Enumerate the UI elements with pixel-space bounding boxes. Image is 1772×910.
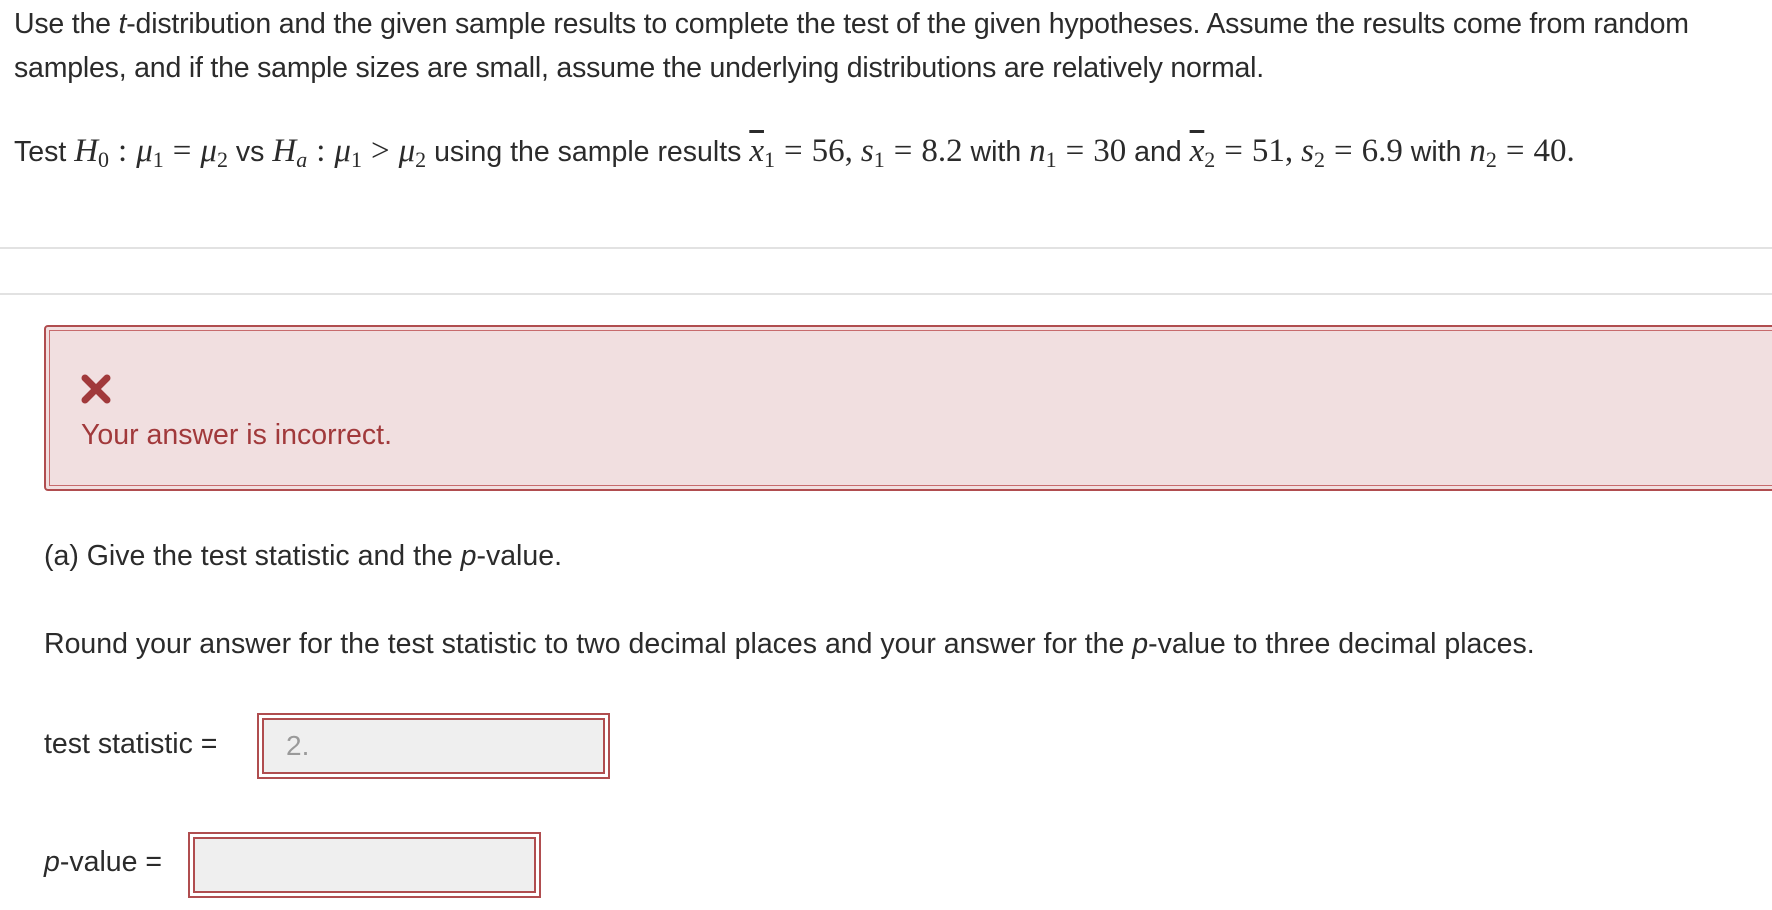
section-divider-top xyxy=(0,247,1772,249)
and-word: and xyxy=(1134,136,1182,168)
intro-text-2: -distribution and the given sample resul… xyxy=(14,8,1689,84)
instruction-suffix: -value to three decimal places. xyxy=(1148,628,1535,660)
null-hypothesis: H0: μ1 = μ2 xyxy=(74,133,228,172)
alert-inner-border xyxy=(49,330,1772,486)
p-value-input[interactable] xyxy=(193,837,536,893)
test-statistic-input[interactable] xyxy=(262,718,605,774)
n2-stat: n2 = 40. xyxy=(1469,133,1575,172)
alert-message: Your answer is incorrect. xyxy=(81,419,392,451)
instruction-text: Round your answer for the test statistic… xyxy=(44,628,1133,660)
p-letter: p xyxy=(1132,628,1149,660)
test-statistic-field-frame xyxy=(257,713,610,779)
alt-hypothesis: Ha: μ1 > μ2 xyxy=(272,133,427,172)
intro-text-1: Use the xyxy=(14,8,119,40)
p-letter: p xyxy=(460,540,477,572)
part-a-title-text: (a) Give the test statistic and the xyxy=(44,540,461,572)
test-statistic-label: test statistic = xyxy=(44,728,218,760)
vs-word: vs xyxy=(235,136,265,168)
sample-2-stats: x2 = 51, s2 = 6.9 xyxy=(1189,133,1403,172)
test-word: Test xyxy=(14,136,67,168)
using-text: using the sample results xyxy=(434,136,742,168)
p-value-label: p-value = xyxy=(44,842,162,882)
rounding-instructions: Round your answer for the test statistic… xyxy=(44,624,1535,664)
close-icon xyxy=(81,374,111,404)
hypothesis-statement: Test H0: μ1 = μ2 vs Ha: μ1 > μ2 using the samp… xyxy=(14,128,1764,175)
with-word-2: with xyxy=(1410,136,1462,168)
p-letter: p xyxy=(44,846,60,878)
with-word-1: with xyxy=(970,136,1022,168)
sample-1-stats: x1 = 56, s1 = 8.2 xyxy=(749,133,963,172)
part-a-title-suffix: -value. xyxy=(476,540,563,572)
p-value-field-frame xyxy=(188,832,541,898)
p-value-label-suffix: -value = xyxy=(59,846,163,878)
section-divider-bottom xyxy=(0,293,1772,295)
part-a-title: (a) Give the test statistic and the p-va… xyxy=(44,536,562,576)
problem-intro: Use the t-distribution and the given sam… xyxy=(14,2,1764,90)
n1-stat: n1 = 30 xyxy=(1029,133,1127,172)
incorrect-answer-alert: Your answer is incorrect. xyxy=(44,325,1772,491)
